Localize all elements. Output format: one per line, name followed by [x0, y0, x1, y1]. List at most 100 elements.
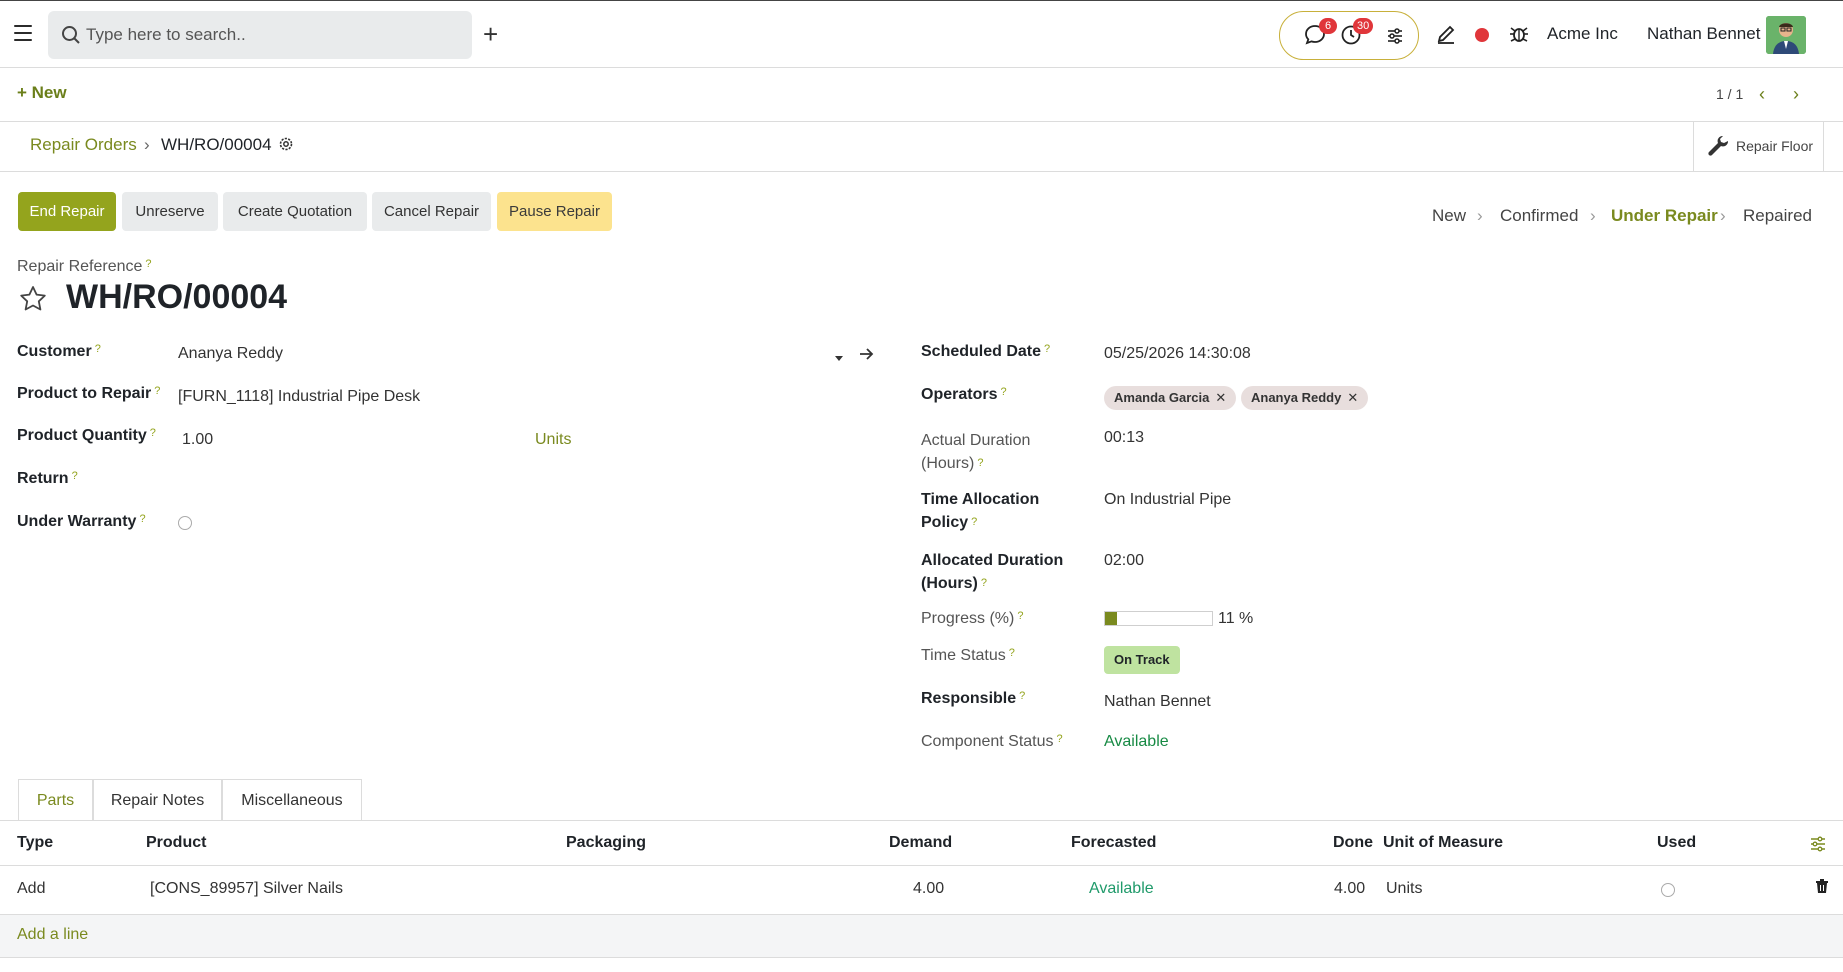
column-header-used[interactable]: Used: [1657, 834, 1696, 852]
actual-duration-field: 00:13: [1104, 429, 1145, 446]
progress-bar-fill: [1105, 612, 1117, 625]
tabs-divider: [0, 820, 1843, 821]
quantity-uom-field[interactable]: Units: [535, 431, 571, 449]
tab-repair-notes[interactable]: Repair Notes: [93, 779, 222, 821]
search-box[interactable]: [48, 11, 472, 59]
new-button[interactable]: + New: [17, 83, 67, 103]
pager-next-icon[interactable]: ›: [1793, 84, 1799, 105]
dropdown-caret-icon[interactable]: [834, 354, 844, 362]
trash-icon[interactable]: [1815, 878, 1829, 894]
end-repair-button[interactable]: End Repair: [18, 192, 116, 231]
user-avatar[interactable]: [1766, 16, 1806, 54]
internal-link-arrow-icon[interactable]: [858, 345, 876, 363]
stage-repaired[interactable]: Repaired: [1743, 206, 1812, 226]
responsible-field[interactable]: Nathan Bennet: [1104, 693, 1211, 711]
tab-miscellaneous[interactable]: Miscellaneous: [222, 779, 362, 821]
hamburger-menu-icon[interactable]: [14, 25, 32, 41]
repair-floor-button[interactable]: Repair Floor: [1693, 122, 1824, 172]
breadcrumb-repair-orders[interactable]: Repair Orders: [30, 135, 137, 155]
optional-columns-sliders-icon[interactable]: [1810, 836, 1826, 852]
column-header-type[interactable]: Type: [17, 834, 53, 852]
product-to-repair-field[interactable]: [FURN_1118] Industrial Pipe Desk: [178, 388, 420, 406]
tab-parts[interactable]: Parts: [18, 779, 93, 821]
column-header-product[interactable]: Product: [146, 834, 206, 852]
stage-new[interactable]: New: [1432, 206, 1466, 226]
customer-field[interactable]: Ananya Reddy: [178, 345, 283, 363]
remove-tag-icon[interactable]: ✕: [1347, 390, 1358, 405]
component-status-label: Component Status?: [921, 733, 1063, 750]
column-header-forecasted[interactable]: Forecasted: [1071, 834, 1156, 852]
product-quantity-field[interactable]: 1.00: [182, 431, 213, 449]
progress-bar: [1104, 611, 1213, 626]
progress-label: Progress (%)?: [921, 610, 1024, 627]
cell-done[interactable]: 4.00: [1334, 880, 1365, 898]
cell-used-checkbox[interactable]: [1661, 883, 1675, 897]
activities-badge: 30: [1353, 18, 1374, 34]
column-header-done[interactable]: Done: [1333, 834, 1373, 852]
systray-pill: 6 30: [1279, 11, 1419, 60]
cell-product[interactable]: [CONS_89957] Silver Nails: [150, 880, 343, 898]
time-allocation-policy-field[interactable]: On Industrial Pipe: [1104, 491, 1231, 509]
cell-demand[interactable]: 4.00: [913, 880, 944, 898]
add-line-link[interactable]: Add a line: [17, 926, 88, 944]
column-header-demand[interactable]: Demand: [889, 834, 952, 852]
pager-value[interactable]: 1 / 1: [1716, 86, 1743, 102]
stage-separator-icon: ›: [1477, 206, 1483, 225]
user-menu-name[interactable]: Nathan Bennet: [1647, 24, 1760, 44]
top-navbar: + 6 30 Acme Inc Nathan Bennet: [0, 0, 1843, 68]
favorite-star-icon[interactable]: [18, 284, 48, 314]
stage-separator-icon: ›: [1720, 206, 1726, 225]
time-allocation-policy-label: Time Allocation Policy?: [921, 491, 1040, 531]
remove-tag-icon[interactable]: ✕: [1215, 390, 1226, 405]
debug-bug-icon[interactable]: [1508, 23, 1530, 45]
under-warranty-checkbox[interactable]: [178, 516, 192, 530]
time-status-label: Time Status?: [921, 647, 1015, 664]
unreserve-button[interactable]: Unreserve: [122, 192, 218, 231]
settings-sliders-icon[interactable]: [1386, 27, 1404, 45]
stage-under-repair[interactable]: Under Repair: [1611, 206, 1718, 226]
add-line-row: Add a line: [0, 915, 1843, 957]
cell-type[interactable]: Add: [17, 880, 45, 898]
search-input[interactable]: [86, 11, 456, 59]
scheduled-date-field[interactable]: 05/25/2026 14:30:08: [1104, 345, 1251, 363]
column-header-packaging[interactable]: Packaging: [566, 834, 646, 852]
breadcrumb: Repair Orders › WH/RO/00004 Repair Floor: [0, 122, 1843, 172]
repair-floor-label: Repair Floor: [1736, 138, 1814, 154]
plus-icon: +: [17, 83, 32, 102]
operator-tag[interactable]: Ananya Reddy ✕: [1241, 386, 1369, 410]
control-panel: + New 1 / 1 ‹ ›: [0, 68, 1843, 122]
new-button-label: New: [31, 83, 67, 102]
product-quantity-label: Product Quantity?: [17, 427, 156, 444]
stage-confirmed[interactable]: Confirmed: [1500, 206, 1578, 226]
cell-uom[interactable]: Units: [1386, 880, 1422, 898]
customer-label: Customer?: [17, 343, 101, 360]
progress-value: 11 %: [1218, 610, 1254, 627]
column-header-unit-of-measure[interactable]: Unit of Measure: [1383, 834, 1503, 852]
component-status-field: Available: [1104, 733, 1169, 750]
product-to-repair-label: Product to Repair?: [17, 385, 161, 402]
cell-forecasted: Available: [1089, 880, 1154, 897]
repair-reference-label: Repair Reference?: [17, 258, 152, 275]
add-plus-icon[interactable]: +: [483, 21, 498, 47]
messages-badge: 6: [1319, 18, 1337, 34]
gear-icon[interactable]: [278, 136, 294, 152]
operators-label: Operators?: [921, 386, 1007, 403]
actual-duration-label: Actual Duration (Hours)?: [921, 432, 1031, 472]
status-badge: On Track: [1104, 646, 1180, 674]
allocated-duration-field[interactable]: 02:00: [1104, 552, 1144, 570]
operator-tag[interactable]: Amanda Garcia ✕: [1104, 386, 1237, 410]
record-dot-icon[interactable]: [1475, 28, 1489, 42]
wrench-icon: [1708, 135, 1729, 156]
company-switcher[interactable]: Acme Inc: [1547, 24, 1618, 44]
table-header-divider: [0, 865, 1843, 866]
create-quotation-button[interactable]: Create Quotation: [223, 192, 367, 231]
pencil-icon[interactable]: [1435, 23, 1457, 45]
page-title: WH/RO/00004: [66, 278, 288, 316]
cancel-repair-button[interactable]: Cancel Repair: [372, 192, 491, 231]
table-bottom-divider: [0, 957, 1843, 958]
allocated-duration-label: Allocated Duration (Hours)?: [921, 552, 1064, 592]
pager-previous-icon[interactable]: ‹: [1759, 84, 1765, 105]
responsible-label: Responsible?: [921, 690, 1026, 707]
pause-repair-button[interactable]: Pause Repair: [497, 192, 612, 231]
scheduled-date-label: Scheduled Date?: [921, 343, 1051, 360]
